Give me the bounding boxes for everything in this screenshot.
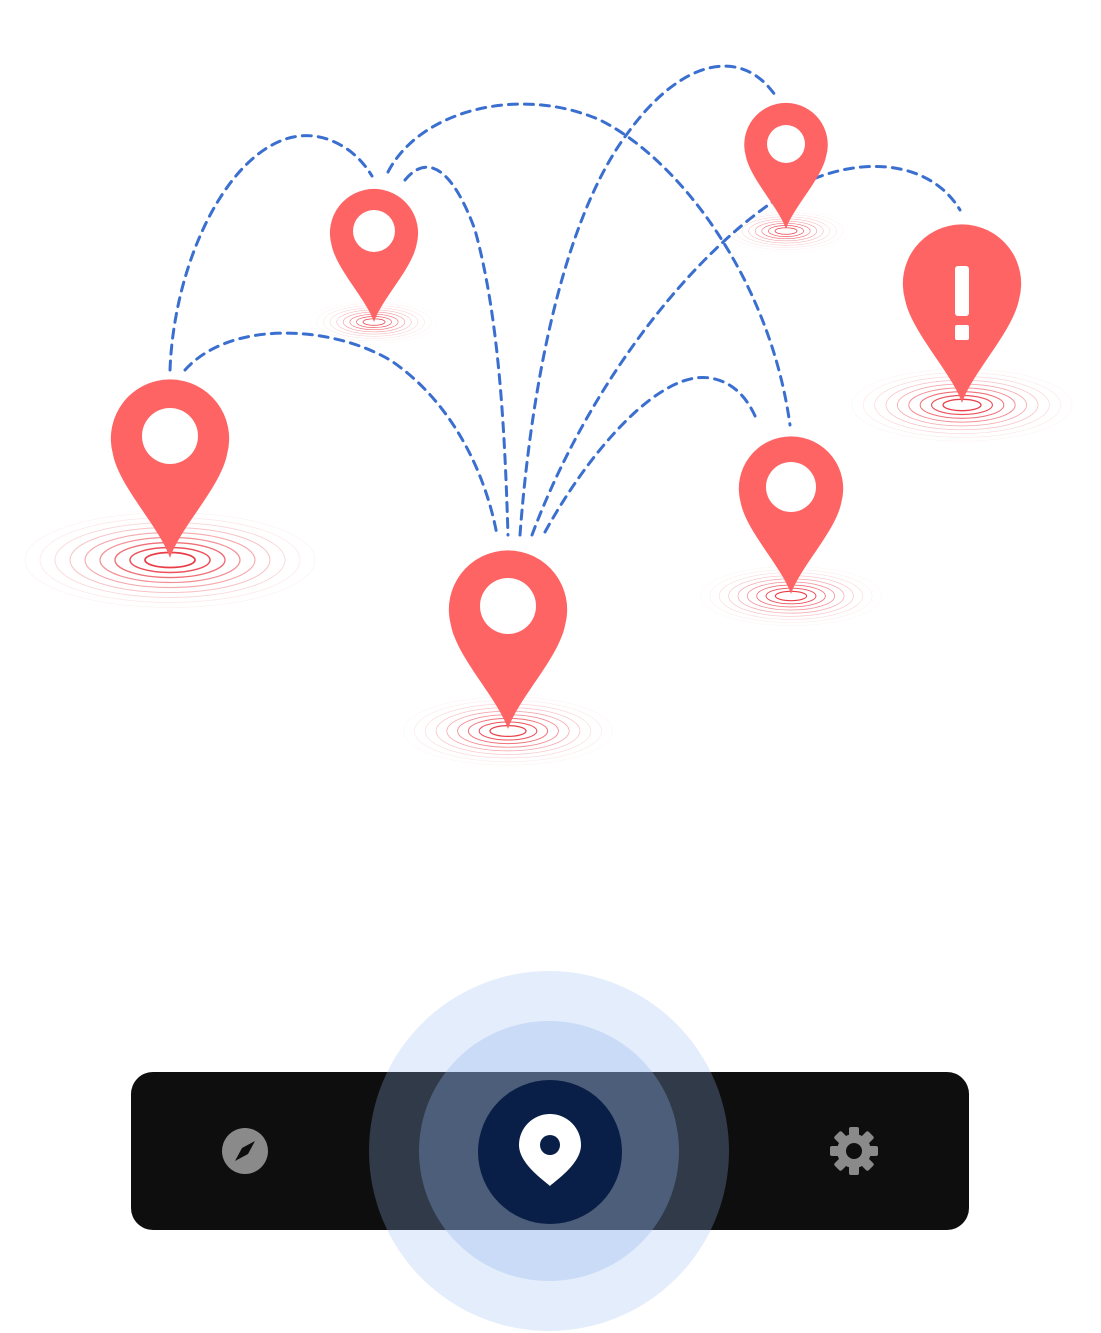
nav-explore-button[interactable] [215, 1121, 275, 1181]
nav-location-button[interactable] [505, 1107, 595, 1197]
pin-left[interactable] [24, 379, 316, 609]
pin-center[interactable] [402, 550, 614, 766]
pin-alert[interactable] [851, 224, 1073, 442]
compass-icon [222, 1128, 268, 1174]
gear-icon [830, 1127, 878, 1175]
route-lines [168, 64, 962, 537]
pin-right[interactable] [699, 436, 883, 627]
pin-upper-left[interactable] [309, 188, 439, 344]
map-illustration [24, 64, 1073, 766]
pin-top-right[interactable] [721, 102, 851, 253]
nav-settings-button[interactable] [824, 1121, 884, 1181]
location-pin-icon [519, 1114, 581, 1186]
